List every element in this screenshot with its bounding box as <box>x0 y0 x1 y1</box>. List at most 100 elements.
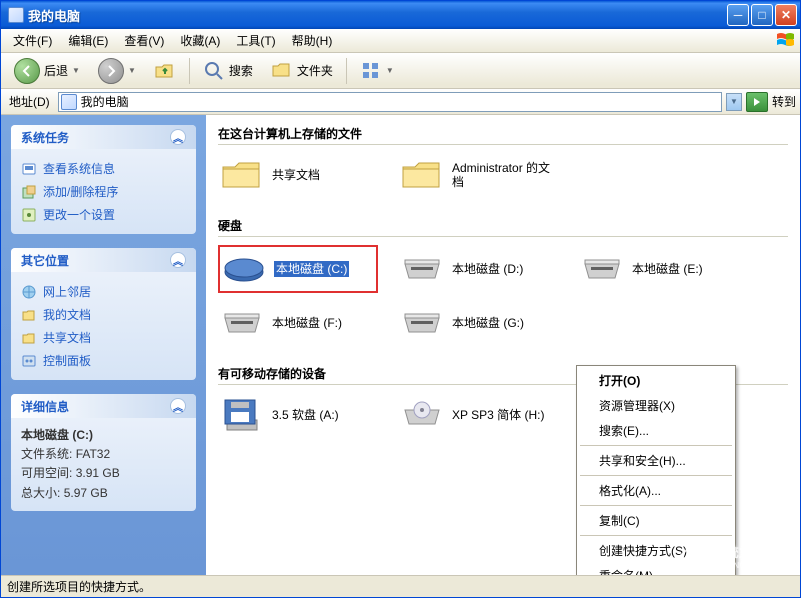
menubar: 文件(F) 编辑(E) 查看(V) 收藏(A) 工具(T) 帮助(H) <box>1 29 800 53</box>
panel-header-places[interactable]: 其它位置 ︽ <box>11 248 196 272</box>
folders-button[interactable]: 文件夹 <box>264 56 340 86</box>
docs-icon <box>21 307 37 323</box>
item-drive-e[interactable]: 本地磁盘 (E:) <box>578 245 738 293</box>
cm-copy[interactable]: 复制(C) <box>579 508 733 533</box>
cm-share[interactable]: 共享和安全(H)... <box>579 448 733 473</box>
panel-title-places: 其它位置 <box>21 252 69 269</box>
item-label: 本地磁盘 (D:) <box>452 262 523 276</box>
task-label: 查看系统信息 <box>43 160 115 177</box>
cm-separator <box>580 475 732 476</box>
item-drive-d[interactable]: 本地磁盘 (D:) <box>398 245 558 293</box>
cm-separator <box>580 535 732 536</box>
folders-label: 文件夹 <box>297 62 333 79</box>
forward-dropdown-icon: ▼ <box>128 66 136 75</box>
views-icon <box>360 60 382 82</box>
address-icon <box>61 94 77 110</box>
place-shared-docs[interactable]: 共享文档 <box>21 326 186 349</box>
menu-file[interactable]: 文件(F) <box>5 29 60 52</box>
detail-total: 总大小: 5.97 GB <box>21 484 186 503</box>
item-label: XP SP3 简体 (H:) <box>452 408 544 422</box>
folders-icon <box>271 60 293 82</box>
menu-favorites[interactable]: 收藏(A) <box>172 29 228 52</box>
drive-icon <box>400 249 444 289</box>
detail-free: 可用空间: 3.91 GB <box>21 464 186 483</box>
section-drives-title: 硬盘 <box>218 213 788 237</box>
windows-flag-icon <box>776 31 796 51</box>
panel-header-tasks[interactable]: 系统任务 ︽ <box>11 125 196 149</box>
folder-icon <box>220 155 264 195</box>
views-button[interactable]: ▼ <box>353 56 401 86</box>
addremove-icon <box>21 184 37 200</box>
up-button[interactable] <box>147 56 183 86</box>
task-label: 更改一个设置 <box>43 206 115 223</box>
titlebar: 我的电脑 ─ □ ✕ <box>1 1 800 29</box>
place-label: 控制面板 <box>43 352 91 369</box>
watermark-text1: 系统之家 <box>713 542 794 561</box>
search-icon <box>203 60 225 82</box>
watermark-house-icon <box>675 541 709 571</box>
cm-explorer[interactable]: 资源管理器(X) <box>579 393 733 418</box>
item-label: 共享文档 <box>272 168 320 182</box>
menu-view[interactable]: 查看(V) <box>116 29 172 52</box>
place-network[interactable]: 网上邻居 <box>21 280 186 303</box>
place-documents[interactable]: 我的文档 <box>21 303 186 326</box>
task-view-system-info[interactable]: 查看系统信息 <box>21 157 186 180</box>
address-field[interactable]: 我的电脑 <box>58 92 722 112</box>
place-label: 共享文档 <box>43 329 91 346</box>
cm-format[interactable]: 格式化(A)... <box>579 478 733 503</box>
control-panel-icon <box>21 353 37 369</box>
setting-icon <box>21 207 37 223</box>
close-button[interactable]: ✕ <box>775 4 797 26</box>
toolbar: 后退 ▼ ▼ 搜索 文件夹 <box>1 53 800 89</box>
shared-folder-icon <box>21 330 37 346</box>
item-label: 本地磁盘 (G:) <box>452 316 524 330</box>
views-dropdown-icon: ▼ <box>386 66 394 75</box>
panel-header-details[interactable]: 详细信息 ︽ <box>11 394 196 418</box>
item-cd-h[interactable]: XP SP3 简体 (H:) <box>398 393 558 437</box>
addressbar: 地址(D) 我的电脑 ▼ 转到 <box>1 89 800 115</box>
watermark: 系统之家 XITONGZHIJIA.NET <box>675 541 794 571</box>
back-button[interactable]: 后退 ▼ <box>7 56 87 86</box>
item-label: 本地磁盘 (F:) <box>272 316 342 330</box>
maximize-button[interactable]: □ <box>751 4 773 26</box>
back-label: 后退 <box>44 62 68 79</box>
detail-fs: 文件系统: FAT32 <box>21 445 186 464</box>
floppy-icon <box>220 395 264 435</box>
window-title: 我的电脑 <box>28 6 727 25</box>
task-add-remove-programs[interactable]: 添加/删除程序 <box>21 180 186 203</box>
item-admin-docs[interactable]: Administrator 的文档 <box>398 153 558 197</box>
menu-edit[interactable]: 编辑(E) <box>60 29 116 52</box>
drive-icon <box>222 249 266 289</box>
place-control-panel[interactable]: 控制面板 <box>21 349 186 372</box>
menu-tools[interactable]: 工具(T) <box>228 29 283 52</box>
item-drive-g[interactable]: 本地磁盘 (G:) <box>398 301 558 345</box>
item-floppy-a[interactable]: 3.5 软盘 (A:) <box>218 393 378 437</box>
item-drive-c[interactable]: 本地磁盘 (C:) <box>218 245 378 293</box>
cm-open[interactable]: 打开(O) <box>579 368 733 393</box>
address-label: 地址(D) <box>5 93 54 110</box>
place-label: 网上邻居 <box>43 283 91 300</box>
drive-icon <box>580 249 624 289</box>
section-files-title: 在这台计算机上存储的文件 <box>218 121 788 145</box>
item-label: Administrator 的文档 <box>452 161 550 189</box>
status-text: 创建所选项目的快捷方式。 <box>7 578 151 595</box>
item-drive-f[interactable]: 本地磁盘 (F:) <box>218 301 378 345</box>
cm-separator <box>580 505 732 506</box>
cd-icon <box>400 395 444 435</box>
forward-button[interactable]: ▼ <box>91 56 143 86</box>
menu-help[interactable]: 帮助(H) <box>284 29 341 52</box>
panel-system-tasks: 系统任务 ︽ 查看系统信息 添加/删除程序 更改一个设置 <box>11 125 196 234</box>
panel-details: 详细信息 ︽ 本地磁盘 (C:) 文件系统: FAT32 可用空间: 3.91 … <box>11 394 196 511</box>
app-icon <box>8 7 24 23</box>
go-button[interactable] <box>746 92 768 112</box>
cm-search[interactable]: 搜索(E)... <box>579 418 733 443</box>
minimize-button[interactable]: ─ <box>727 4 749 26</box>
chevron-up-icon: ︽ <box>170 252 186 268</box>
cm-separator <box>580 445 732 446</box>
detail-drive-name: 本地磁盘 (C:) <box>21 426 186 445</box>
task-change-setting[interactable]: 更改一个设置 <box>21 203 186 226</box>
item-shared-docs[interactable]: 共享文档 <box>218 153 378 197</box>
search-button[interactable]: 搜索 <box>196 56 260 86</box>
address-dropdown[interactable]: ▼ <box>726 93 742 111</box>
task-label: 添加/删除程序 <box>43 183 118 200</box>
